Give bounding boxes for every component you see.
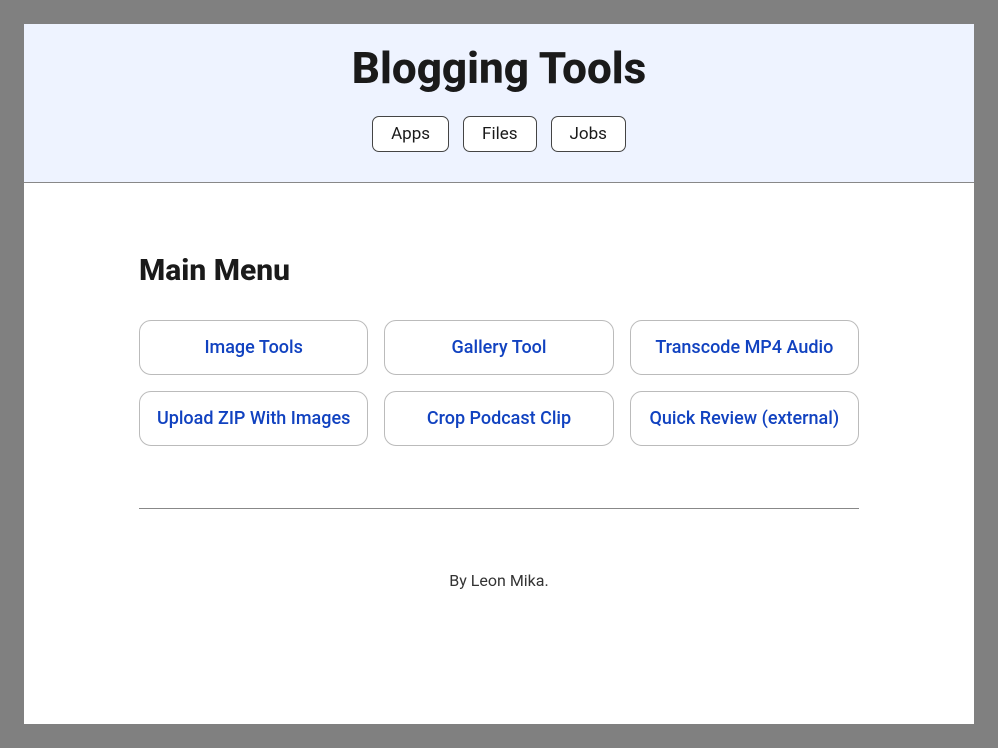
menu-item-upload-zip-with-images[interactable]: Upload ZIP With Images	[139, 391, 368, 446]
menu-item-image-tools[interactable]: Image Tools	[139, 320, 368, 375]
menu-item-quick-review-external[interactable]: Quick Review (external)	[630, 391, 859, 446]
main-content: Main Menu Image Tools Gallery Tool Trans…	[24, 183, 974, 724]
menu-item-crop-podcast-clip[interactable]: Crop Podcast Clip	[384, 391, 613, 446]
nav-files-button[interactable]: Files	[463, 116, 536, 152]
footer-byline: By Leon Mika.	[139, 571, 859, 590]
footer-divider	[139, 508, 859, 509]
menu-item-transcode-mp4-audio[interactable]: Transcode MP4 Audio	[630, 320, 859, 375]
nav-apps-button[interactable]: Apps	[372, 116, 449, 152]
header: Blogging Tools Apps Files Jobs	[24, 24, 974, 183]
section-title: Main Menu	[139, 253, 859, 288]
menu-item-gallery-tool[interactable]: Gallery Tool	[384, 320, 613, 375]
nav-jobs-button[interactable]: Jobs	[551, 116, 626, 152]
menu-grid: Image Tools Gallery Tool Transcode MP4 A…	[139, 320, 859, 446]
top-nav: Apps Files Jobs	[24, 116, 974, 152]
page-title: Blogging Tools	[24, 42, 974, 94]
